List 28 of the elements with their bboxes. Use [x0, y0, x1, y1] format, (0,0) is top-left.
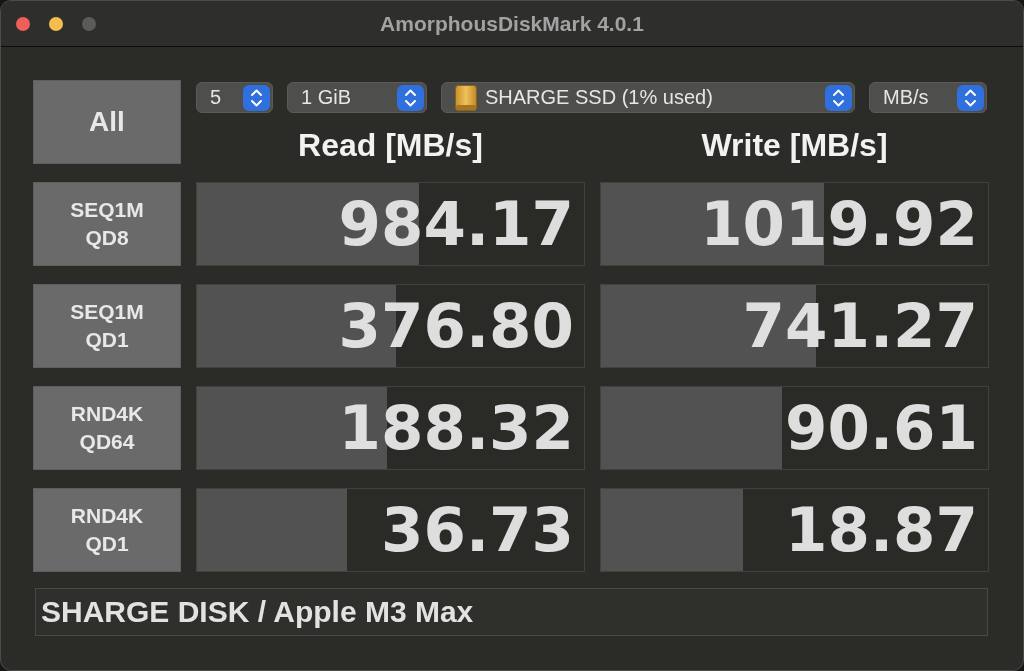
- unit-dropdown[interactable]: MB/s: [869, 82, 987, 113]
- speed-value: 376.80: [338, 291, 575, 361]
- stepper-arrows-icon: [243, 84, 270, 111]
- window-title: AmorphousDiskMark 4.0.1: [380, 11, 644, 36]
- speed-value: 36.73: [381, 495, 575, 565]
- stepper-arrows-icon: [957, 84, 984, 111]
- test-button[interactable]: RND4K QD64: [33, 386, 181, 470]
- close-icon[interactable]: [16, 16, 30, 31]
- size-dropdown[interactable]: 1 GiB: [287, 82, 427, 113]
- run-all-button[interactable]: All: [33, 80, 181, 164]
- test-button[interactable]: SEQ1M QD1: [33, 284, 181, 368]
- comment-field[interactable]: SHARGE DISK / Apple M3 Max: [35, 588, 988, 636]
- count-dropdown[interactable]: 5: [196, 82, 273, 113]
- speed-value: 1019.92: [700, 189, 979, 259]
- speed-value: 188.32: [338, 393, 575, 463]
- test-button[interactable]: RND4K QD1: [33, 488, 181, 572]
- column-header: Write [MB/s]: [701, 127, 888, 163]
- drive-dropdown[interactable]: SHARGE SSD (1% used): [441, 82, 855, 113]
- stepper-arrows-icon: [397, 84, 424, 111]
- minimize-icon[interactable]: [49, 16, 63, 31]
- speed-value: 90.61: [785, 393, 979, 463]
- drive-icon: [455, 84, 477, 111]
- test-button[interactable]: SEQ1M QD8: [33, 182, 181, 266]
- stepper-arrows-icon: [825, 84, 852, 111]
- speed-value: 18.87: [785, 495, 979, 565]
- column-header: Read [MB/s]: [298, 127, 483, 163]
- speed-value: 984.17: [338, 189, 575, 259]
- speed-value: 741.27: [742, 291, 979, 361]
